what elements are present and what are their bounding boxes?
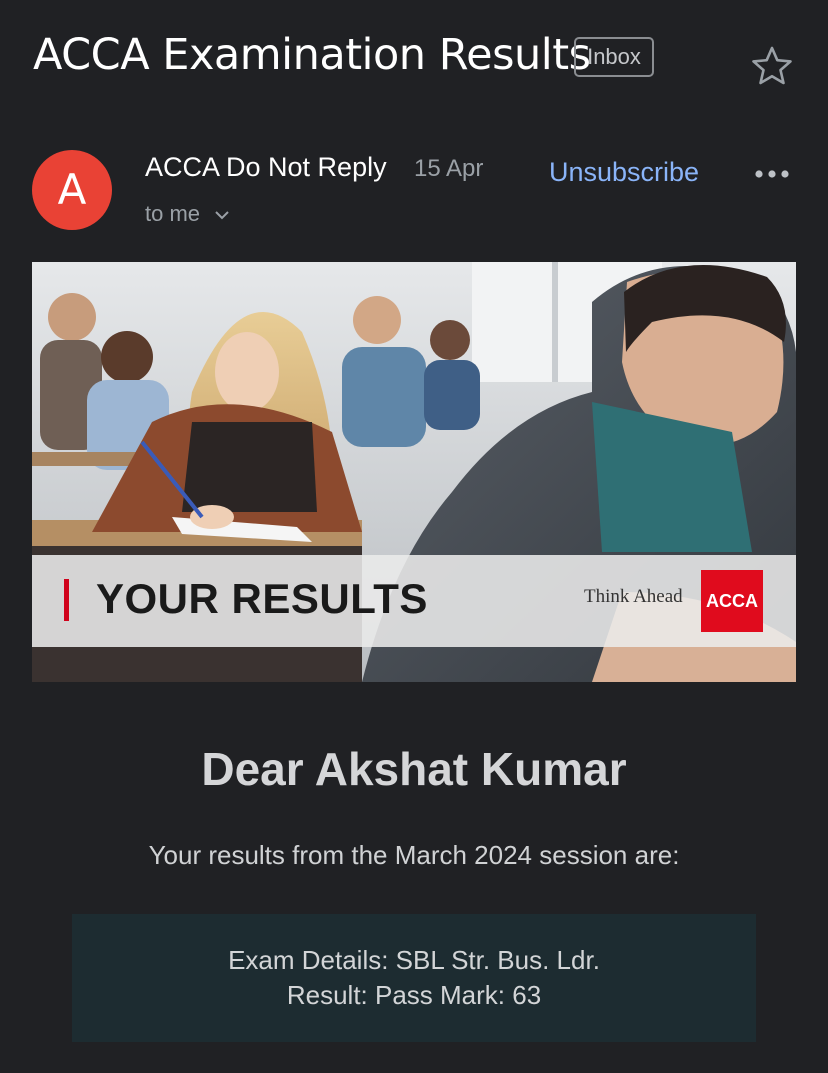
banner-accent-bar xyxy=(64,579,69,621)
exam-details-text: Exam Details: SBL Str. Bus. Ldr. xyxy=(228,945,600,975)
email-view: ACCA Examination Results Inbox A ACCA Do… xyxy=(0,0,828,1073)
sender-name[interactable]: ACCA Do Not Reply xyxy=(145,152,387,183)
result-text: Result: Pass Mark: 63 xyxy=(286,980,542,1010)
banner-caption-strip: YOUR RESULTS Think Ahead ACCA xyxy=(32,555,796,647)
inbox-label-chip[interactable]: Inbox xyxy=(574,37,654,77)
sender-avatar[interactable]: A xyxy=(32,150,112,230)
chevron-down-icon xyxy=(215,211,229,220)
recipient-details-toggle[interactable]: to me xyxy=(145,201,230,227)
unsubscribe-link[interactable]: Unsubscribe xyxy=(549,157,699,188)
recipient-text: to me xyxy=(145,201,201,226)
email-subject: ACCA Examination Results xyxy=(33,30,591,80)
results-box: Exam Details: SBL Str. Bus. Ldr. Result:… xyxy=(72,914,756,1042)
banner-tagline: Think Ahead xyxy=(584,586,683,607)
results-banner-image: YOUR RESULTS Think Ahead ACCA xyxy=(32,262,796,682)
email-date: 15 Apr xyxy=(414,155,484,182)
greeting-heading: Dear Akshat Kumar xyxy=(201,743,627,795)
more-options-icon[interactable] xyxy=(752,160,792,188)
banner-title: YOUR RESULTS xyxy=(96,575,428,622)
star-icon[interactable] xyxy=(750,44,794,88)
intro-text: Your results from the March 2024 session… xyxy=(148,840,680,870)
acca-logo: ACCA xyxy=(701,570,763,632)
